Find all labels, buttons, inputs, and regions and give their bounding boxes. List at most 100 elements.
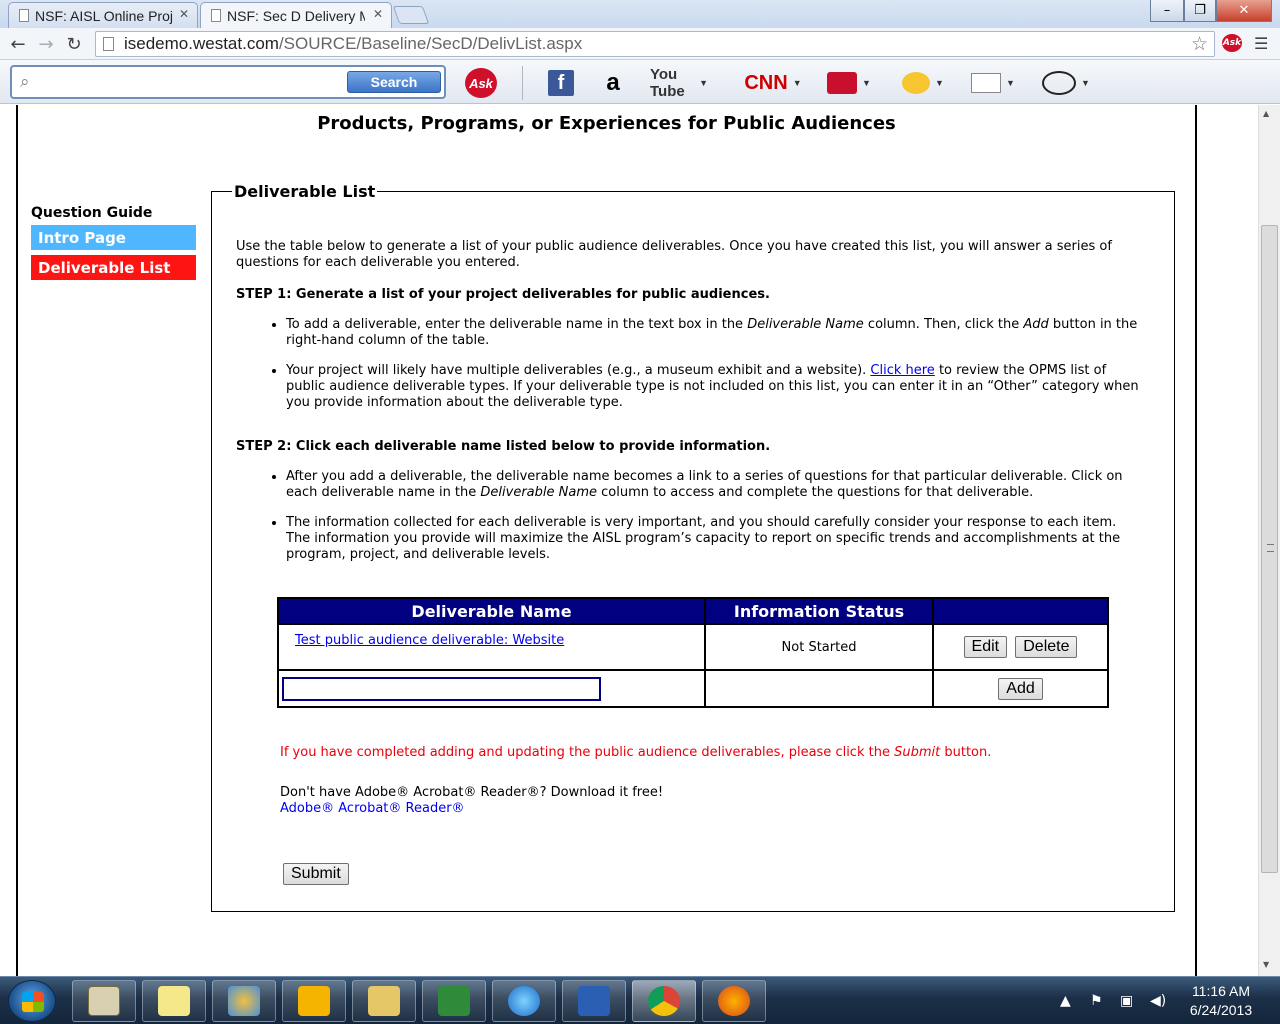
page-border-left <box>16 105 18 976</box>
grip-icon <box>1267 544 1274 552</box>
outlook-icon[interactable] <box>282 980 346 1022</box>
dictionary-icon[interactable]: ▼ <box>1038 70 1094 96</box>
text: To add a deliverable, enter the delivera… <box>286 317 748 332</box>
column-header-name: Deliverable Name <box>277 597 706 625</box>
chevron-down-icon[interactable]: ▼ <box>1081 78 1090 88</box>
text: column to access and complete the questi… <box>597 485 1034 500</box>
close-tab-icon[interactable]: ✕ <box>179 7 189 21</box>
adobe-text: Don't have Adobe® Acrobat® Reader®? Down… <box>280 785 664 800</box>
start-button[interactable] <box>8 980 56 1022</box>
volume-icon[interactable]: ◀) <box>1150 977 1166 1024</box>
url-field[interactable]: isedemo.westat.com/SOURCE/Baseline/SecD/… <box>95 31 1215 57</box>
search-icon: ⌕ <box>20 72 30 92</box>
list-item: To add a deliverable, enter the delivera… <box>286 317 1141 349</box>
text: Your project will likely have multiple d… <box>286 363 871 378</box>
tab-aisl-online[interactable]: NSF: AISL Online Proj ✕ <box>8 2 198 28</box>
network-icon[interactable]: ▣ <box>1120 977 1133 1024</box>
cnn-icon[interactable]: CNN ▼ <box>742 70 804 96</box>
page-icon <box>19 9 29 22</box>
page-border-right <box>1195 105 1197 976</box>
delete-button[interactable]: Delete <box>1015 636 1078 658</box>
facebook-icon[interactable]: f <box>548 70 574 96</box>
word-icon[interactable] <box>562 980 626 1022</box>
browser-titlebar: NSF: AISL Online Proj ✕ NSF: Sec D Deliv… <box>0 0 1280 28</box>
deliverable-list-link[interactable]: Deliverable List <box>31 255 196 280</box>
paint-icon[interactable] <box>212 980 276 1022</box>
page-title: Products, Programs, or Experiences for P… <box>317 113 896 134</box>
internet-explorer-icon[interactable] <box>492 980 556 1022</box>
edit-button[interactable]: Edit <box>963 636 1008 658</box>
new-name-cell <box>277 669 706 708</box>
maximize-button[interactable]: ❐ <box>1184 0 1216 22</box>
scroll-thumb[interactable] <box>1261 225 1278 873</box>
close-tab-icon[interactable]: ✕ <box>373 7 383 21</box>
minimize-button[interactable]: – <box>1150 0 1184 22</box>
ask-logo-icon[interactable]: Ask <box>465 68 497 98</box>
chrome-icon[interactable] <box>632 980 696 1022</box>
toolbar-search-input[interactable]: ⌕ Search <box>10 65 446 99</box>
back-icon[interactable]: ← <box>6 32 30 56</box>
intro-text: Use the table below to generate a list o… <box>236 239 1112 270</box>
deliverables-table: Deliverable Name Information Status Test… <box>277 597 1109 708</box>
youtube-icon[interactable]: You Tube ▼ <box>650 66 708 100</box>
table-header-row: Deliverable Name Information Status <box>277 597 1109 625</box>
text: If you have completed adding and updatin… <box>280 745 895 760</box>
page-icon <box>211 9 221 22</box>
submit-button[interactable]: Submit <box>283 863 349 885</box>
new-deliverable-input[interactable] <box>282 676 601 701</box>
sticky-notes-icon[interactable] <box>142 980 206 1022</box>
forward-icon[interactable]: → <box>34 32 58 56</box>
search-button[interactable]: Search <box>347 71 441 93</box>
table-row: Test public audience deliverable: Websit… <box>277 623 1109 671</box>
text: Deliverable Name <box>480 485 597 500</box>
close-window-button[interactable]: ✕ <box>1216 0 1272 22</box>
section-legend: Deliverable List <box>234 182 376 201</box>
scroll-down-icon[interactable]: ▼ <box>1263 960 1269 969</box>
amazon-icon[interactable]: a <box>598 69 628 96</box>
chevron-down-icon[interactable]: ▼ <box>699 78 708 88</box>
ask-extension-icon[interactable]: Ask <box>1222 34 1242 52</box>
mail-icon[interactable]: ▼ <box>968 70 1018 96</box>
new-tab-button[interactable] <box>392 6 430 24</box>
url-host: isedemo.westat.com <box>124 34 279 53</box>
task-manager-icon[interactable] <box>72 980 136 1022</box>
excel-icon[interactable] <box>422 980 486 1022</box>
table-row-new: Add <box>277 669 1109 708</box>
vertical-scrollbar[interactable]: ▲ ▼ <box>1258 105 1280 976</box>
adobe-reader-link[interactable]: Adobe® Acrobat® Reader® <box>280 801 663 817</box>
text: column. Then, click the <box>863 317 1024 332</box>
add-cell: Add <box>932 669 1109 708</box>
step1-list: To add a deliverable, enter the delivera… <box>236 317 1141 411</box>
list-item: The information collected for each deliv… <box>286 515 1141 563</box>
games-dice-icon[interactable]: ▼ <box>823 70 875 96</box>
text: Add <box>1023 317 1049 332</box>
action-center-flag-icon[interactable]: ⚑ <box>1090 977 1103 1024</box>
bookmark-star-icon[interactable]: ☆ <box>1191 33 1208 56</box>
weather-icon[interactable]: ▼ <box>898 70 948 96</box>
chevron-down-icon[interactable]: ▼ <box>862 78 871 88</box>
show-hidden-icons[interactable]: ▲ <box>1060 977 1071 1024</box>
chevron-down-icon[interactable]: ▼ <box>1006 78 1015 88</box>
add-button[interactable]: Add <box>998 677 1043 700</box>
intro-page-link[interactable]: Intro Page <box>31 225 196 250</box>
deliverable-link[interactable]: Test public audience deliverable: Websit… <box>295 633 564 648</box>
empty-status-cell <box>704 669 934 708</box>
clock[interactable]: 11:16 AM 6/24/2013 <box>1176 982 1266 1020</box>
list-item: After you add a deliverable, the deliver… <box>286 469 1141 501</box>
ask-toolbar: ⌕ Search Ask f a You Tube ▼ CNN ▼ ▼ ▼ ▼ ▼ <box>0 60 1280 104</box>
scroll-up-icon[interactable]: ▲ <box>1263 109 1269 118</box>
chevron-down-icon[interactable]: ▼ <box>793 78 802 88</box>
chevron-down-icon[interactable]: ▼ <box>935 78 944 88</box>
youtube-label: You Tube <box>650 66 685 100</box>
file-explorer-icon[interactable] <box>352 980 416 1022</box>
list-item: Your project will likely have multiple d… <box>286 363 1141 411</box>
page-viewport: Products, Programs, or Experiences for P… <box>0 105 1258 976</box>
reload-icon[interactable]: ↻ <box>62 32 86 56</box>
firefox-icon[interactable] <box>702 980 766 1022</box>
url-path: /SOURCE/Baseline/SecD/DelivList.aspx <box>278 34 583 53</box>
wrench-menu-icon[interactable]: ☰ <box>1254 34 1268 53</box>
adobe-download: Don't have Adobe® Acrobat® Reader®? Down… <box>280 785 663 817</box>
cnn-label: CNN <box>744 71 788 94</box>
click-here-link[interactable]: Click here <box>870 363 934 378</box>
tab-sec-d-delivery[interactable]: NSF: Sec D Delivery M ✕ <box>200 2 392 28</box>
